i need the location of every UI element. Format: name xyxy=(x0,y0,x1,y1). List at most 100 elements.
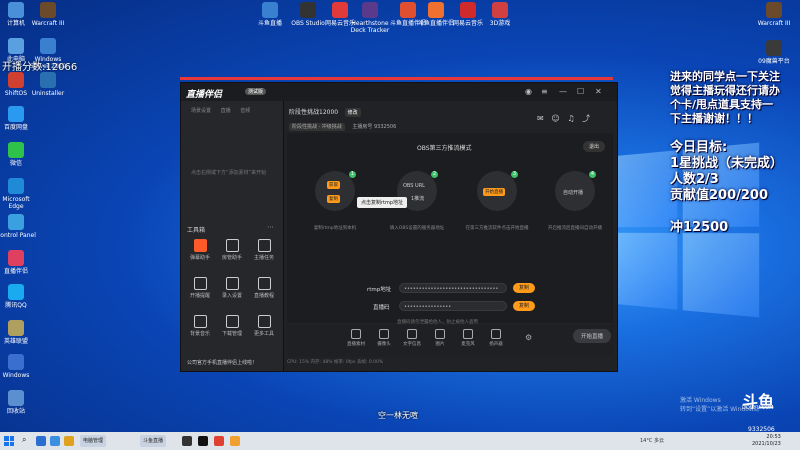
app-icon xyxy=(362,2,378,18)
system-clock[interactable]: 20:53 2021/10/23 xyxy=(752,434,781,448)
notice-line: 下主播谢谢！！！ xyxy=(670,112,758,125)
desktop-icon-label: 09魔兽平台 xyxy=(758,58,790,65)
bell-icon[interactable]: ♫ xyxy=(567,114,574,123)
app-icon[interactable] xyxy=(230,436,240,446)
menu-icon[interactable]: ≡ xyxy=(541,87,548,96)
status-bar: CPU: 15% 内存: 48% 帧率: 0fps 丢帧: 0.00% xyxy=(287,360,384,365)
edit-room-button[interactable]: 修改 xyxy=(344,108,361,117)
app-icon[interactable] xyxy=(198,436,208,446)
desktop-icon[interactable]: Microsoft Edge xyxy=(0,178,38,210)
gift-icon[interactable]: ✉ xyxy=(537,114,544,123)
stage-title: OBS第三方推流模式 xyxy=(417,145,472,152)
desktop-icon[interactable]: 09魔兽平台 xyxy=(752,40,796,65)
app-icon xyxy=(300,2,316,18)
tool-label: 更多工具 xyxy=(253,331,274,337)
taskbar-app[interactable]: 电脑管理 xyxy=(80,435,107,447)
streaming-app-window: 直播伴侣 测试版 ◉ ≡ — ☐ ✕ 场景设置 直播 音频 点击右侧或下方“添加… xyxy=(180,82,618,372)
desktop-icon[interactable]: 微信 xyxy=(0,142,38,167)
ie-icon[interactable] xyxy=(50,436,60,446)
tab-audio[interactable]: 音频 xyxy=(240,108,250,114)
stream-key-label: 直播码 xyxy=(373,305,390,311)
app-icon xyxy=(40,72,56,88)
avatar-icon[interactable]: ◉ xyxy=(525,87,532,96)
desktop-icon-label: Microsoft Edge xyxy=(2,196,30,210)
mic-button[interactable]: 麦克风 xyxy=(457,329,479,347)
stream-key-field[interactable]: •••••••••••••••• xyxy=(399,301,507,311)
tool-8[interactable]: 更多工具 xyxy=(249,315,279,337)
weather-widget[interactable]: 14°C 多云 xyxy=(640,437,664,444)
camera-button[interactable]: 摄像头 xyxy=(373,329,395,347)
tool-4[interactable]: 录入设置 xyxy=(217,277,247,299)
room-category-tag[interactable]: 阶段性挑战 · 冲级挑战 xyxy=(289,123,345,131)
close-icon[interactable]: ✕ xyxy=(595,87,602,96)
explorer-icon[interactable] xyxy=(64,436,74,446)
desktop-icon[interactable]: 百度网盘 xyxy=(0,106,38,131)
notification-icon[interactable]: ☺ xyxy=(551,114,559,123)
desktop-icon[interactable]: 腾讯QQ xyxy=(0,284,38,309)
search-icon[interactable]: ⌕ xyxy=(22,435,26,445)
copy-rtmp-field-button[interactable]: 复制 xyxy=(513,283,535,293)
desktop-icon[interactable]: Control Panel xyxy=(0,214,38,239)
tool-label: 直播教程 xyxy=(253,293,274,299)
desktop-icon[interactable]: Warcraft III xyxy=(752,2,796,27)
task-view-icon[interactable] xyxy=(36,436,46,446)
text-icon xyxy=(407,329,417,339)
desktop-icon[interactable]: Uninstaller xyxy=(26,72,70,97)
get-rtmp-button[interactable]: 获取 xyxy=(327,181,340,189)
step-caption: 开启推流后直播间自动开播 xyxy=(548,226,602,231)
tool-1[interactable]: 房管助手 xyxy=(217,239,247,261)
desktop-icon-label: Uninstaller xyxy=(31,90,65,97)
image-button[interactable]: 图片 xyxy=(429,329,451,347)
taskbar-app[interactable]: 斗鱼直播 xyxy=(140,435,167,447)
tool-6[interactable]: 背景音乐 xyxy=(185,315,215,337)
tool-icon xyxy=(193,239,207,252)
taskbar: ⌕ 电脑管理 斗鱼直播 14°C 多云 20:53 2021/10/23 xyxy=(0,432,800,450)
media-icon xyxy=(351,329,361,339)
tool-5[interactable]: 直播教程 xyxy=(249,277,279,299)
desktop-icon[interactable]: Windows xyxy=(0,354,38,379)
obs-icon[interactable] xyxy=(182,436,192,446)
maximize-icon[interactable]: ☐ xyxy=(577,87,584,96)
start-live-button[interactable]: 开始直播 xyxy=(573,329,612,343)
tool-icon xyxy=(225,315,239,328)
minimize-icon[interactable]: — xyxy=(559,87,567,96)
source-toolbar: 直播素材 摄像头 文字信息 图片 麦克风 扬声器 ⚙ xyxy=(287,325,613,357)
settings-icon[interactable]: ⚙ xyxy=(525,333,532,342)
share-icon[interactable]: ⤴ xyxy=(582,114,590,123)
mic-icon xyxy=(463,329,473,339)
app-icon xyxy=(8,354,24,370)
app-icon xyxy=(8,142,24,158)
exit-button[interactable]: 退出 xyxy=(582,141,605,152)
desktop-icon[interactable]: 3D游戏 xyxy=(478,2,522,27)
tool-3[interactable]: 开播提醒 xyxy=(185,277,215,299)
more-icon[interactable]: ⋯ xyxy=(267,223,274,231)
desktop-icon[interactable]: 回收站 xyxy=(0,390,38,415)
copy-key-button[interactable]: 复制 xyxy=(513,301,535,311)
tool-icon xyxy=(193,315,207,328)
desktop-icon[interactable]: Warcraft III xyxy=(26,2,70,27)
toolbox-title: 工具箱 xyxy=(187,227,206,234)
copy-rtmp-button[interactable]: 复制 xyxy=(327,195,340,203)
tool-2[interactable]: 主播任务 xyxy=(249,239,279,261)
mobile-promo[interactable]: 公司官方手机直播伴侣上线啦！ xyxy=(187,359,257,366)
text-button[interactable]: 文字信息 xyxy=(401,329,423,347)
tool-0[interactable]: 弹幕助手 xyxy=(185,239,215,261)
goal-line: 1星挑战（未完成） xyxy=(670,156,784,171)
goal-title: 今日目标: xyxy=(670,140,728,155)
tab-live[interactable]: 直播 xyxy=(221,108,231,114)
tool-7[interactable]: 下载管理 xyxy=(217,315,247,337)
desktop-icon[interactable]: 英雄联盟 xyxy=(0,320,38,345)
step-2-sublabel: 1推流 xyxy=(411,196,425,202)
app-titlebar: 直播伴侣 测试版 ◉ ≡ — ☐ ✕ xyxy=(181,83,617,101)
left-panel: 场景设置 直播 音频 点击右侧或下方“添加素材”来开始 工具箱 ⋯ 弹幕助手 房管… xyxy=(181,101,284,371)
app-icon xyxy=(8,390,24,406)
tool-label: 房管助手 xyxy=(221,255,242,261)
tab-scene[interactable]: 场景设置 xyxy=(191,108,211,114)
rtmp-field[interactable]: •••••••••••••••••••••••••••••••• xyxy=(399,283,507,293)
desktop-icon[interactable]: 直播伴侣 xyxy=(0,250,38,275)
app-icon[interactable] xyxy=(214,436,224,446)
media-source-button[interactable]: 直播素材 xyxy=(345,329,367,347)
start-button[interactable] xyxy=(4,436,14,446)
speaker-button[interactable]: 扬声器 xyxy=(485,329,507,347)
goal-line: 冲12500 xyxy=(670,220,729,235)
